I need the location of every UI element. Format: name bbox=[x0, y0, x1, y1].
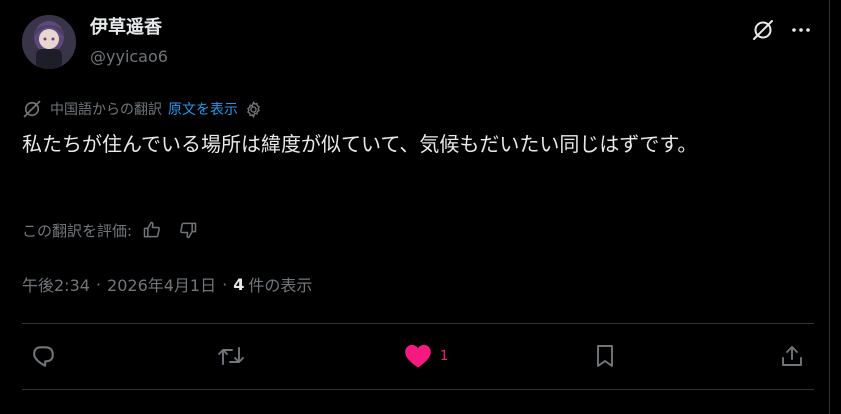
heart-icon bbox=[404, 343, 432, 369]
divider bbox=[22, 389, 814, 390]
reply-button[interactable] bbox=[30, 343, 56, 369]
tweet-time[interactable]: 午後2:34 bbox=[22, 272, 90, 296]
retweet-icon bbox=[217, 343, 245, 369]
share-button[interactable] bbox=[780, 343, 804, 369]
like-count: 1 bbox=[440, 348, 449, 364]
settings-icon[interactable] bbox=[244, 100, 263, 119]
rating-label: この翻訳を評価: bbox=[22, 221, 133, 240]
tweet-meta: 午後2:34 · 2026年4月1日 · 4 件の表示 bbox=[22, 272, 312, 296]
more-icon[interactable] bbox=[788, 17, 814, 43]
share-icon bbox=[780, 343, 804, 369]
reply-icon bbox=[30, 343, 56, 369]
column-border bbox=[829, 0, 830, 414]
translation-rating: この翻訳を評価: bbox=[22, 218, 198, 242]
grok-icon[interactable] bbox=[750, 17, 776, 43]
translation-source-label: 中国語からの翻訳 bbox=[50, 102, 162, 118]
divider bbox=[22, 323, 814, 324]
author-handle[interactable]: @yyicao6 bbox=[90, 46, 168, 68]
like-button[interactable]: 1 bbox=[404, 343, 448, 369]
views-count: 4 bbox=[233, 274, 245, 294]
tweet-date[interactable]: 2026年4月1日 bbox=[107, 272, 216, 296]
views-label: 件の表示 bbox=[248, 276, 313, 295]
translation-info: 中国語からの翻訳 原文を表示 bbox=[22, 99, 263, 119]
show-original-link[interactable]: 原文を表示 bbox=[168, 99, 238, 119]
thumbs-down-icon[interactable] bbox=[178, 220, 198, 240]
meta-separator: · bbox=[222, 274, 228, 294]
bookmark-button[interactable] bbox=[593, 343, 617, 369]
tweet-text: 私たちが住んでいる場所は緯度が似ていて、気候もだいたい同じはずです。 bbox=[22, 132, 698, 156]
retweet-button[interactable] bbox=[217, 343, 245, 369]
meta-separator: · bbox=[95, 274, 102, 294]
thumbs-up-icon[interactable] bbox=[142, 220, 162, 240]
bookmark-icon bbox=[593, 343, 617, 369]
translate-icon bbox=[22, 99, 42, 119]
avatar[interactable] bbox=[22, 15, 76, 69]
author-name[interactable]: 伊草遥香 bbox=[90, 16, 162, 40]
